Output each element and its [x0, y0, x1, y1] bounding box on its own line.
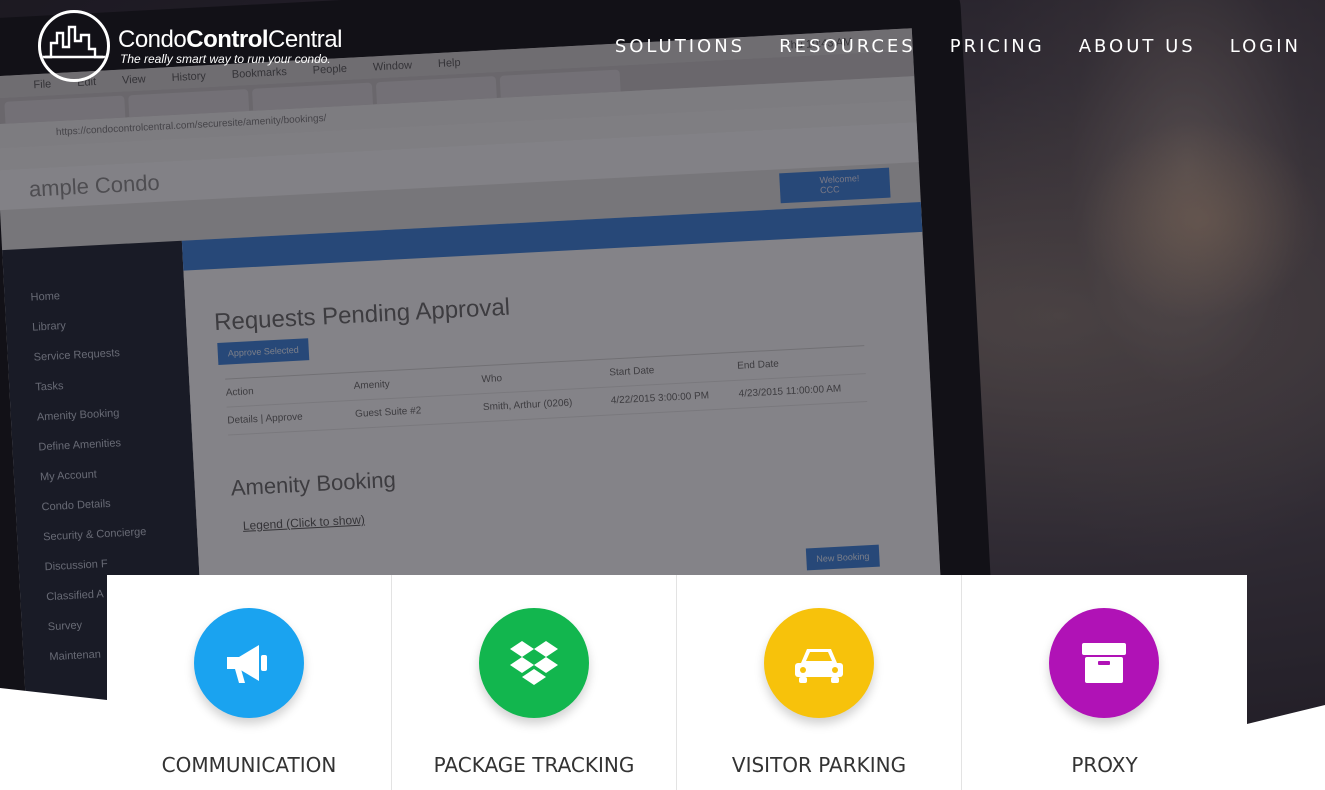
dropbox-icon: [479, 608, 589, 718]
brand-tagline: The really smart way to run your condo.: [120, 52, 331, 66]
megaphone-icon: [194, 608, 304, 718]
feature-card-proxy[interactable]: PROXY: [962, 575, 1247, 790]
feature-card-package-tracking[interactable]: PACKAGE TRACKING: [392, 575, 677, 790]
nav-solutions[interactable]: SOLUTIONS: [615, 36, 745, 57]
feature-card-communication[interactable]: COMMUNICATION: [107, 575, 392, 790]
feature-label: COMMUNICATION: [161, 753, 337, 777]
main-nav: SOLUTIONS RESOURCES PRICING ABOUT US LOG…: [615, 36, 1301, 57]
feature-card-visitor-parking[interactable]: VISITOR PARKING: [677, 575, 962, 790]
feature-label: VISITOR PARKING: [731, 753, 907, 777]
feature-cards: COMMUNICATION PACKAGE TRACKING VISITOR P…: [107, 575, 1247, 790]
nav-resources[interactable]: RESOURCES: [779, 36, 916, 57]
nav-login[interactable]: LOGIN: [1230, 36, 1301, 57]
feature-label: PACKAGE TRACKING: [433, 753, 635, 777]
nav-about-us[interactable]: ABOUT US: [1079, 36, 1196, 57]
logo-skyline-icon: [38, 10, 110, 82]
brand: CondoControlCentral The really smart way…: [118, 26, 342, 66]
logo[interactable]: CondoControlCentral The really smart way…: [38, 10, 342, 82]
nav-pricing[interactable]: PRICING: [950, 36, 1045, 57]
car-icon: [764, 608, 874, 718]
brand-name: CondoControlCentral: [118, 26, 342, 53]
feature-label: PROXY: [1071, 753, 1138, 777]
archive-box-icon: [1049, 608, 1159, 718]
